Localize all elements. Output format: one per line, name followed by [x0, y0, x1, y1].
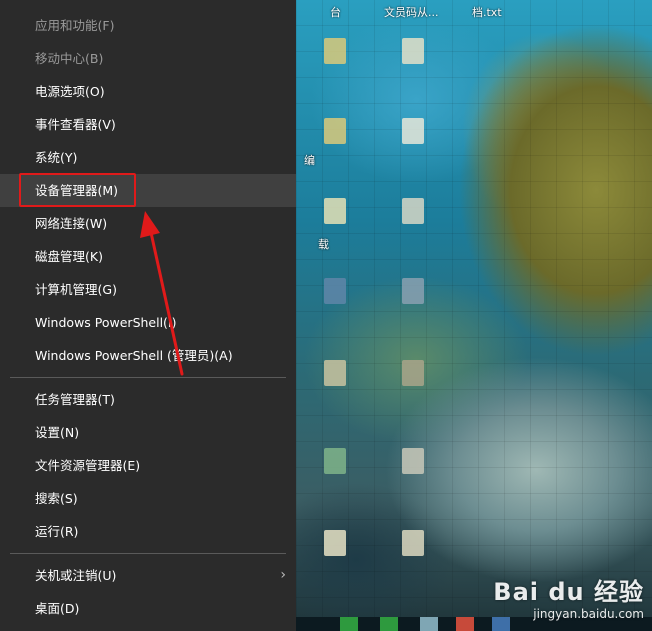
- desktop-icon-caption: 载: [318, 238, 329, 251]
- menu-item-label: 电源选项(O): [35, 84, 105, 99]
- pixelation-overlay: [296, 0, 652, 631]
- desktop-wallpaper: 台 文员码从... 档.txt 编 载 Bai du 经验 jingyan.ba…: [296, 0, 652, 631]
- watermark-url: jingyan.baidu.com: [533, 607, 644, 621]
- menu-item-label: Windows PowerShell(I): [35, 315, 177, 330]
- desktop-file-icon[interactable]: [324, 448, 346, 474]
- desktop-file-icon[interactable]: [324, 38, 346, 64]
- menu-item-apps-features[interactable]: 应用和功能(F): [0, 9, 296, 42]
- menu-item-device-manager[interactable]: 设备管理器(M): [0, 174, 296, 207]
- desktop-icon-caption: 档.txt: [472, 6, 502, 19]
- menu-item-disk-management[interactable]: 磁盘管理(K): [0, 240, 296, 273]
- menu-item-label: 磁盘管理(K): [35, 249, 103, 264]
- menu-item-label: 计算机管理(G): [35, 282, 117, 297]
- desktop-file-icon[interactable]: [402, 530, 424, 556]
- menu-separator: [10, 377, 286, 378]
- menu-item-mobility-center[interactable]: 移动中心(B): [0, 42, 296, 75]
- quick-link-menu: 应用和功能(F) 移动中心(B) 电源选项(O) 事件查看器(V) 系统(Y) …: [0, 0, 296, 631]
- desktop-file-icon[interactable]: [324, 530, 346, 556]
- menu-item-settings[interactable]: 设置(N): [0, 416, 296, 449]
- desktop-file-icon[interactable]: [402, 118, 424, 144]
- taskbar-app-icon[interactable]: [420, 617, 438, 631]
- desktop-file-icon[interactable]: [402, 278, 424, 304]
- menu-item-label: 设置(N): [35, 425, 80, 440]
- menu-item-label: 系统(Y): [35, 150, 78, 165]
- watermark-brand: Bai du 经验: [493, 578, 644, 606]
- desktop-file-icon[interactable]: [324, 118, 346, 144]
- menu-item-shutdown-signout[interactable]: 关机或注销(U) ›: [0, 559, 296, 592]
- menu-item-file-explorer[interactable]: 文件资源管理器(E): [0, 449, 296, 482]
- desktop-icon-caption: 台: [330, 6, 341, 19]
- menu-item-computer-management[interactable]: 计算机管理(G): [0, 273, 296, 306]
- taskbar-app-icon[interactable]: [380, 617, 398, 631]
- taskbar-app-icon[interactable]: [340, 617, 358, 631]
- menu-item-label: 任务管理器(T): [35, 392, 115, 407]
- menu-item-label: 桌面(D): [35, 601, 80, 616]
- baidu-jingyan-watermark: Bai du 经验 jingyan.baidu.com: [493, 572, 644, 621]
- desktop-file-icon[interactable]: [402, 360, 424, 386]
- menu-item-label: 网络连接(W): [35, 216, 108, 231]
- desktop-icon-caption: 文员码从...: [384, 6, 439, 19]
- menu-item-system[interactable]: 系统(Y): [0, 141, 296, 174]
- desktop-file-icon[interactable]: [324, 360, 346, 386]
- menu-item-label: 文件资源管理器(E): [35, 458, 141, 473]
- menu-item-power-options[interactable]: 电源选项(O): [0, 75, 296, 108]
- chevron-right-icon: ›: [280, 567, 286, 583]
- menu-item-label: 运行(R): [35, 524, 79, 539]
- desktop-file-icon[interactable]: [324, 278, 346, 304]
- taskbar-app-icon[interactable]: [456, 617, 474, 631]
- menu-item-label: 应用和功能(F): [35, 18, 115, 33]
- menu-item-desktop[interactable]: 桌面(D): [0, 592, 296, 625]
- menu-item-label: 移动中心(B): [35, 51, 104, 66]
- desktop-file-icon[interactable]: [402, 448, 424, 474]
- menu-item-powershell[interactable]: Windows PowerShell(I): [0, 306, 296, 339]
- menu-item-run[interactable]: 运行(R): [0, 515, 296, 548]
- menu-item-label: 搜索(S): [35, 491, 78, 506]
- menu-item-label: 关机或注销(U): [35, 568, 117, 583]
- menu-item-powershell-admin[interactable]: Windows PowerShell (管理员)(A): [0, 339, 296, 372]
- menu-item-search[interactable]: 搜索(S): [0, 482, 296, 515]
- menu-separator: [10, 553, 286, 554]
- menu-item-event-viewer[interactable]: 事件查看器(V): [0, 108, 296, 141]
- menu-item-label: 事件查看器(V): [35, 117, 116, 132]
- desktop-file-icon[interactable]: [402, 38, 424, 64]
- screen: 台 文员码从... 档.txt 编 载 Bai du 经验 jingyan.ba…: [0, 0, 652, 631]
- menu-item-label: Windows PowerShell (管理员)(A): [35, 348, 233, 363]
- menu-item-network-connections[interactable]: 网络连接(W): [0, 207, 296, 240]
- desktop-file-icon[interactable]: [324, 198, 346, 224]
- menu-item-task-manager[interactable]: 任务管理器(T): [0, 383, 296, 416]
- desktop-icon-caption: 编: [304, 154, 315, 167]
- desktop-file-icon[interactable]: [402, 198, 424, 224]
- menu-item-label: 设备管理器(M): [35, 183, 119, 198]
